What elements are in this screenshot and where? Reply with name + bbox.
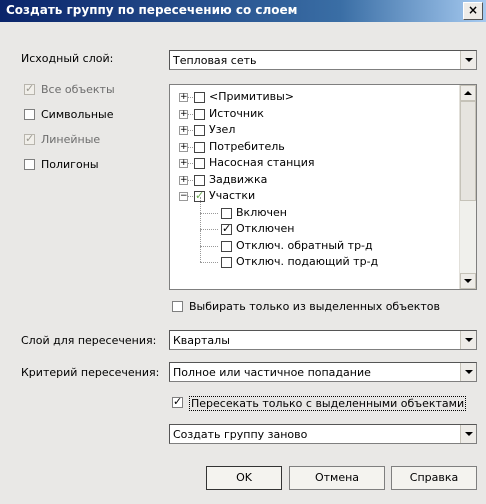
ok-button[interactable]: OK: [206, 466, 282, 490]
tree-item-label: <Примитивы>: [209, 90, 295, 103]
expand-icon[interactable]: +: [179, 175, 188, 185]
chevron-down-icon[interactable]: [460, 363, 476, 381]
tree-connector: [188, 146, 193, 148]
only-selected-label: Выбирать только из выделенных объектов: [189, 300, 441, 313]
help-button[interactable]: Справка: [391, 466, 477, 490]
tree-checkbox[interactable]: [194, 125, 205, 136]
scroll-down-icon[interactable]: [460, 273, 476, 289]
chevron-down-icon[interactable]: [460, 425, 476, 443]
criterion-value: Полное или частичное попадание: [173, 366, 371, 379]
title-bar: Создать группу по пересечению со слоем ×: [0, 0, 486, 22]
tree-connector: [200, 246, 201, 262]
tree-item[interactable]: Отключ. обратный тр-д: [170, 229, 458, 254]
tree-connector: [200, 245, 218, 247]
tree-item[interactable]: − Участки: [170, 188, 458, 204]
close-button[interactable]: ×: [463, 2, 483, 20]
source-layer-select[interactable]: Тепловая сеть: [169, 50, 477, 70]
tree-item[interactable]: + Источник: [170, 106, 458, 122]
tree-connector: [188, 113, 193, 115]
filter-checkbox[interactable]: [24, 159, 35, 170]
tree-checkbox[interactable]: [194, 141, 205, 153]
tree-checkbox[interactable]: [194, 174, 205, 186]
tree-item[interactable]: + Узел: [170, 122, 458, 138]
filter-checkbox[interactable]: [24, 82, 35, 95]
tree-connector: [200, 196, 201, 213]
source-layer-value: Тепловая сеть: [173, 54, 257, 67]
tree-checkbox[interactable]: [221, 257, 232, 268]
tree-item-label: Потребитель: [209, 139, 285, 153]
tree-item[interactable]: + Потребитель: [170, 139, 458, 155]
expand-icon[interactable]: +: [179, 126, 188, 135]
filter-label: Все объекты: [41, 83, 115, 96]
tree-connector: [188, 130, 193, 131]
tree-scrollbar[interactable]: [459, 85, 476, 289]
intersect-layer-select[interactable]: Кварталы: [169, 330, 477, 350]
tree-item[interactable]: Отключен: [170, 213, 458, 237]
filter-checkbox[interactable]: [24, 109, 35, 120]
tree-item[interactable]: + <Примитивы>: [170, 89, 458, 105]
expand-icon[interactable]: +: [179, 159, 188, 168]
filter-label: Символьные: [41, 108, 114, 121]
filter-checkbox[interactable]: [24, 132, 35, 145]
tree-item[interactable]: Отключ. подающий тр-д: [170, 246, 458, 270]
tree-connector: [200, 212, 218, 214]
tree-item-label: Насосная станция: [209, 156, 315, 169]
tree-checkbox[interactable]: [194, 108, 205, 120]
tree-connector: [200, 229, 218, 230]
intersect-selected-checkbox[interactable]: [172, 395, 183, 408]
tree-item-label: Отключ. обратный тр-д: [236, 238, 373, 252]
tree-checkbox[interactable]: [221, 240, 232, 252]
tree-item-label: Участки: [209, 189, 256, 202]
tree-checkbox[interactable]: [194, 158, 205, 169]
expand-icon[interactable]: +: [179, 109, 188, 119]
chevron-down-icon[interactable]: [460, 331, 476, 349]
tree-checkbox[interactable]: [221, 207, 232, 219]
chevron-down-icon[interactable]: [460, 51, 476, 69]
group-mode-value: Создать группу заново: [173, 428, 308, 441]
criterion-label: Критерий пересечения:: [21, 366, 160, 379]
tree-connector: [188, 179, 193, 181]
criterion-select[interactable]: Полное или частичное попадание: [169, 362, 477, 382]
source-layer-label: Исходный слой:: [21, 52, 114, 65]
tree-connector: [200, 213, 201, 229]
group-mode-select[interactable]: Создать группу заново: [169, 424, 477, 444]
intersect-layer-label: Слой для пересечения:: [21, 334, 157, 347]
tree-item[interactable]: + Задвижка: [170, 172, 458, 188]
intersect-selected-label: Пересекать только с выделенными объектам…: [189, 396, 467, 411]
window-title: Создать группу по пересечению со слоем: [6, 3, 298, 17]
filter-label: Линейные: [41, 133, 101, 146]
tree-connector: [200, 229, 201, 246]
intersect-layer-value: Кварталы: [173, 334, 230, 347]
expand-icon[interactable]: +: [179, 93, 188, 102]
expand-icon[interactable]: +: [179, 142, 188, 152]
tree-connector: [188, 163, 193, 164]
tree-connector: [188, 97, 193, 98]
tree-checkbox[interactable]: [221, 222, 232, 235]
tree-item[interactable]: + Насосная станция: [170, 155, 458, 171]
cancel-button[interactable]: Отмена: [289, 466, 385, 490]
tree-item-label: Отключ. подающий тр-д: [236, 255, 379, 268]
collapse-icon[interactable]: −: [179, 192, 188, 201]
tree-item-label: Включен: [236, 205, 287, 219]
scroll-up-icon[interactable]: [460, 85, 476, 101]
tree-item-label: Источник: [209, 106, 264, 120]
tree-item-label: Задвижка: [209, 172, 268, 186]
tree-item-label: Узел: [209, 123, 236, 136]
tree-connector: [200, 262, 218, 263]
object-type-tree[interactable]: + <Примитивы> + Источник + Узел + Потребитель + Н…: [169, 84, 477, 290]
tree-connector: [188, 196, 193, 197]
tree-checkbox[interactable]: [194, 92, 205, 103]
tree-item-label: Отключен: [236, 222, 295, 235]
tree-item[interactable]: Включен: [170, 196, 458, 221]
filter-label: Полигоны: [41, 158, 99, 171]
scroll-thumb[interactable]: [460, 101, 476, 201]
only-selected-checkbox[interactable]: [172, 301, 183, 312]
